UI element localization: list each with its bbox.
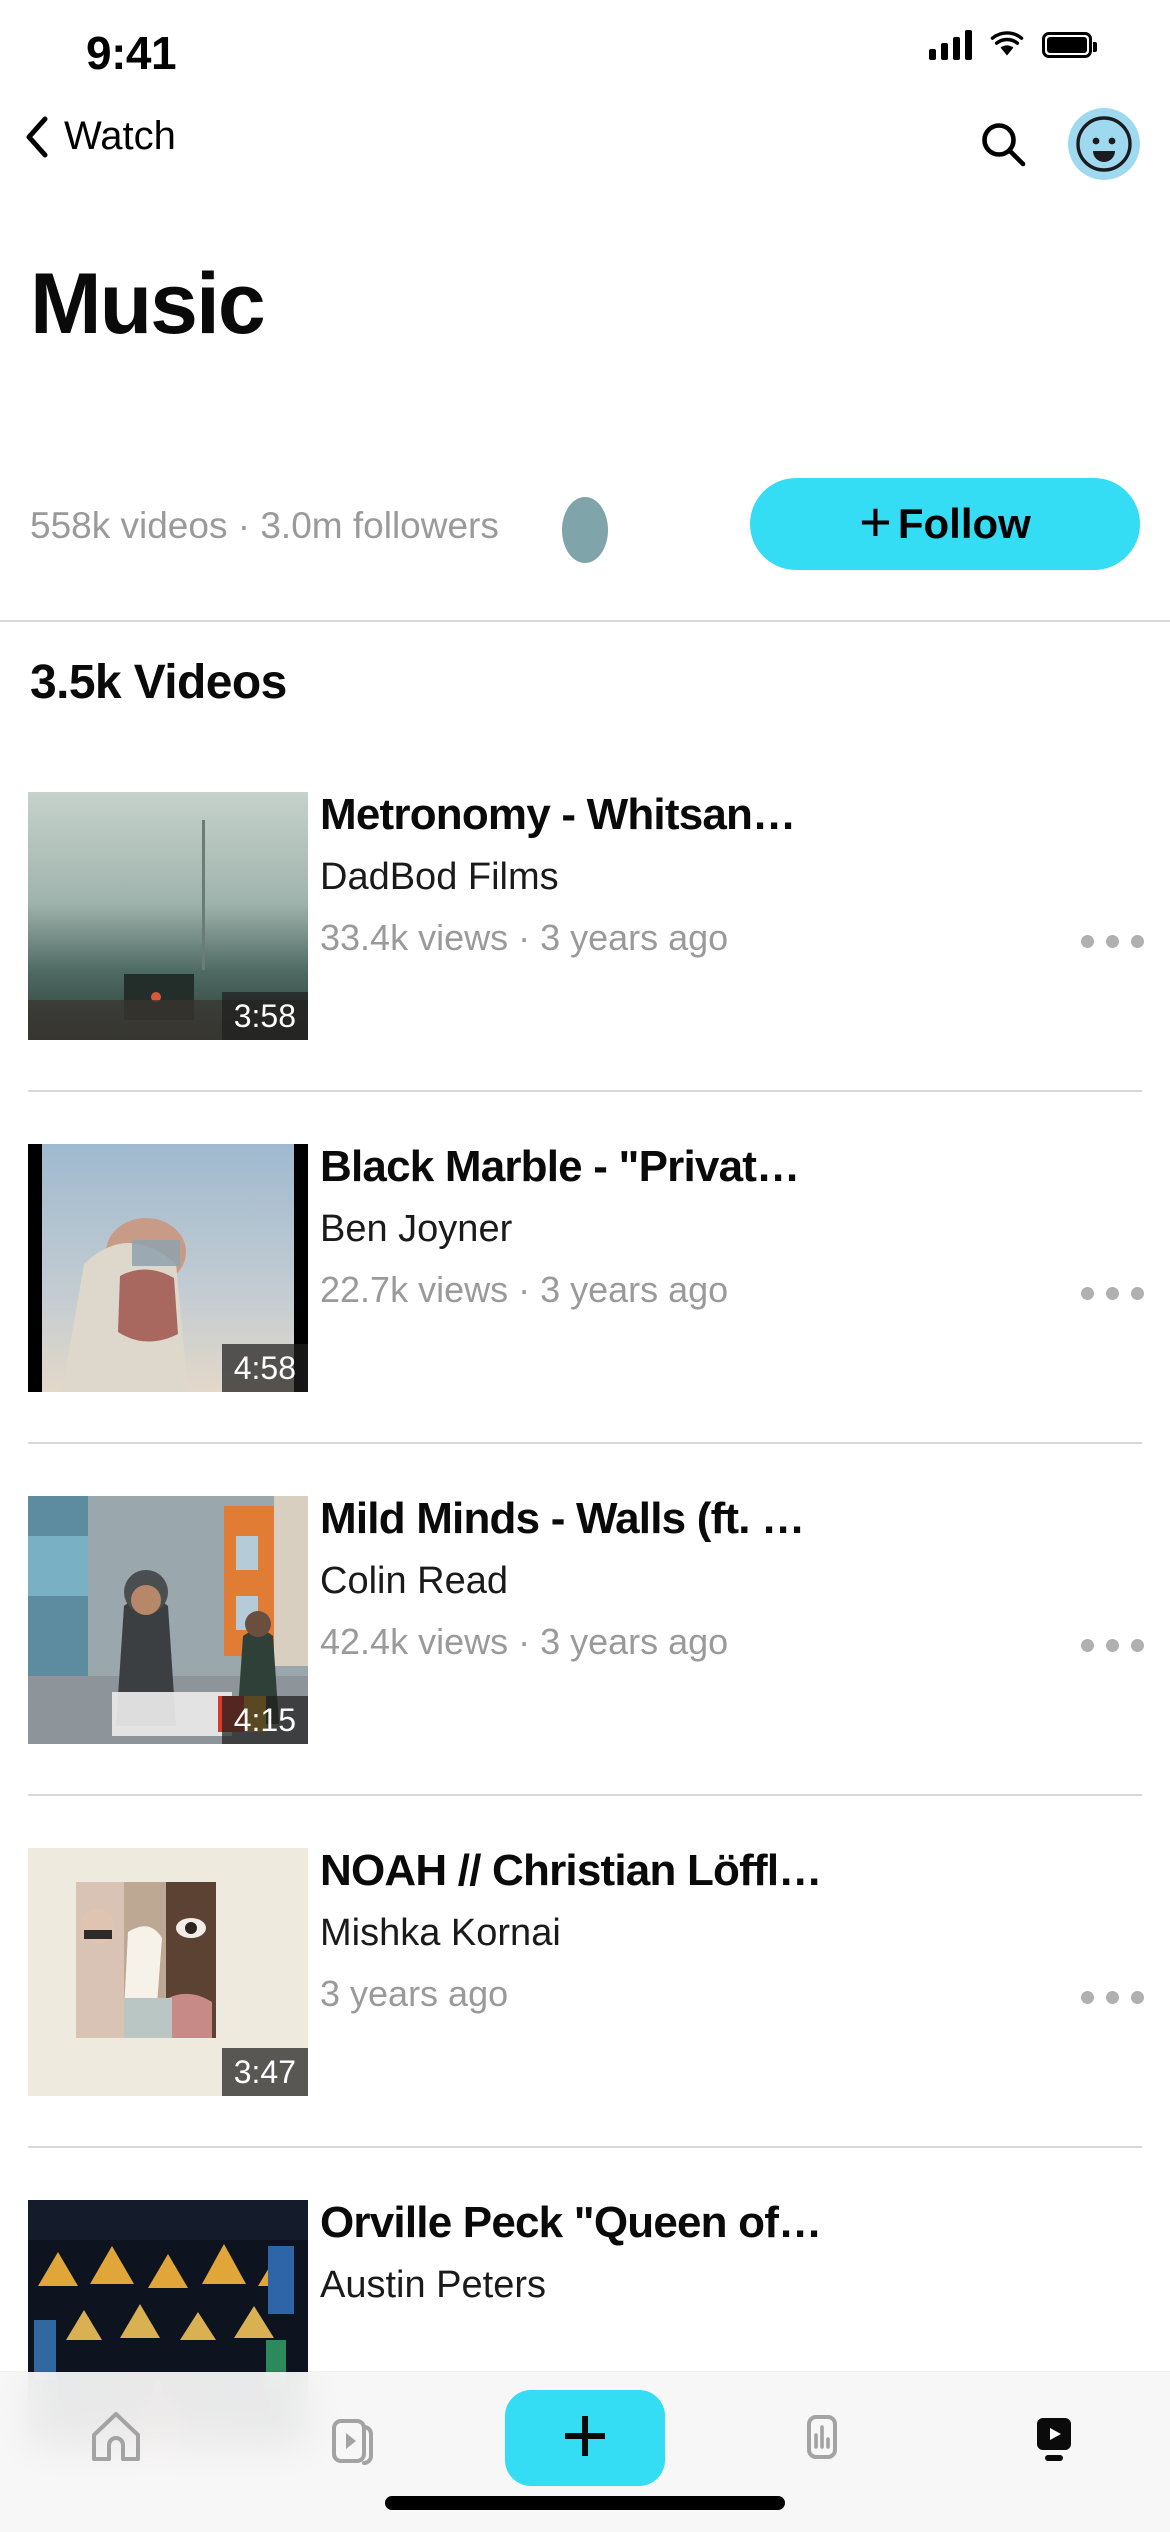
video-stats: 3 years ago <box>320 1973 509 2014</box>
tab-library[interactable] <box>273 2390 423 2486</box>
follow-button-label: Follow <box>897 500 1031 547</box>
tab-stats[interactable] <box>747 2390 897 2486</box>
more-options-icon[interactable] <box>1081 1639 1144 1652</box>
home-indicator <box>385 2496 785 2510</box>
video-list: 3:58 Metronomy - Whitsan… DadBod Films 3… <box>0 740 1170 2500</box>
header-divider <box>0 620 1170 622</box>
video-meta: Black Marble - "Privat… Ben Joyner 22.7k… <box>320 1142 1050 1311</box>
video-author[interactable]: Austin Peters <box>320 2264 1050 2307</box>
back-button-label: Watch <box>64 114 176 158</box>
navigation-actions <box>978 108 1140 180</box>
navigation-bar: Watch <box>0 100 1170 190</box>
home-icon <box>85 2405 147 2472</box>
watch-tv-icon <box>1023 2405 1085 2472</box>
bottom-tab-bar <box>0 2372 1170 2532</box>
avatar[interactable] <box>1068 108 1140 180</box>
video-stats: 33.4k views · 3 years ago <box>320 917 729 958</box>
follow-button[interactable]: + Follow <box>750 478 1140 570</box>
video-duration: 4:58 <box>221 1343 308 1392</box>
status-bar-time: 9:41 <box>86 27 177 79</box>
video-thumbnail[interactable]: 3:58 <box>28 792 308 1040</box>
battery-full-icon <box>1042 32 1097 58</box>
table-row[interactable]: 4:15 Mild Minds - Walls (ft. … Colin Rea… <box>0 1444 1170 1796</box>
video-meta: NOAH // Christian Löffl… Mishka Kornai 3… <box>320 1846 1050 2015</box>
app-screen: 9:41 Watch Music 558k videos · 3.0m foll… <box>0 0 1170 2532</box>
table-row[interactable]: 3:47 NOAH // Christian Löffl… Mishka Kor… <box>0 1796 1170 2148</box>
chevron-left-icon <box>24 116 50 158</box>
stats-bars-icon <box>791 2405 853 2472</box>
signal-bars-icon <box>929 30 972 60</box>
video-meta: Metronomy - Whitsan… DadBod Films 33.4k … <box>320 790 1050 959</box>
back-button[interactable]: Watch <box>24 114 176 159</box>
video-thumbnail[interactable]: 4:58 <box>28 1144 308 1392</box>
video-library-icon <box>317 2405 379 2472</box>
video-thumbnail[interactable]: 3:47 <box>28 1848 308 2096</box>
video-meta: Orville Peck "Queen of… Austin Peters <box>320 2198 1050 2307</box>
touch-indicator <box>562 497 608 563</box>
create-plus-icon <box>557 2408 613 2469</box>
video-stats: 22.7k views · 3 years ago <box>320 1269 729 1310</box>
video-thumbnail[interactable]: 4:15 <box>28 1496 308 1744</box>
status-bar: 9:41 <box>0 0 1170 100</box>
video-title[interactable]: Orville Peck "Queen of… <box>320 2198 1050 2248</box>
video-stats: 42.4k views · 3 years ago <box>320 1621 729 1662</box>
video-duration: 3:58 <box>221 991 308 1040</box>
video-title[interactable]: Mild Minds - Walls (ft. … <box>320 1494 1050 1544</box>
search-icon[interactable] <box>978 119 1028 169</box>
video-duration: 4:15 <box>221 1695 308 1744</box>
channel-stats: 558k videos · 3.0m followers <box>30 505 499 546</box>
tab-create[interactable] <box>505 2390 665 2486</box>
video-duration: 3:47 <box>221 2047 308 2096</box>
video-meta: Mild Minds - Walls (ft. … Colin Read 42.… <box>320 1494 1050 1663</box>
channel-stats-row: 558k videos · 3.0m followers + Follow <box>0 478 1170 578</box>
status-bar-indicators <box>929 30 1097 60</box>
video-title[interactable]: NOAH // Christian Löffl… <box>320 1846 1050 1896</box>
wifi-icon <box>990 31 1024 59</box>
more-options-icon[interactable] <box>1081 1991 1144 2004</box>
page-title: Music <box>30 256 266 352</box>
video-title[interactable]: Black Marble - "Privat… <box>320 1142 1050 1192</box>
table-row[interactable]: 4:58 Black Marble - "Privat… Ben Joyner … <box>0 1092 1170 1444</box>
tab-watch[interactable] <box>979 2390 1129 2486</box>
section-heading: 3.5k Videos <box>30 656 287 709</box>
video-author[interactable]: Mishka Kornai <box>320 1912 1050 1955</box>
tab-home[interactable] <box>41 2390 191 2486</box>
video-author[interactable]: Ben Joyner <box>320 1208 1050 1251</box>
video-title[interactable]: Metronomy - Whitsan… <box>320 790 1050 840</box>
video-author[interactable]: DadBod Films <box>320 856 1050 899</box>
more-options-icon[interactable] <box>1081 1287 1144 1300</box>
plus-icon: + <box>859 490 892 553</box>
table-row[interactable]: 3:58 Metronomy - Whitsan… DadBod Films 3… <box>0 740 1170 1092</box>
more-options-icon[interactable] <box>1081 935 1144 948</box>
video-author[interactable]: Colin Read <box>320 1560 1050 1603</box>
